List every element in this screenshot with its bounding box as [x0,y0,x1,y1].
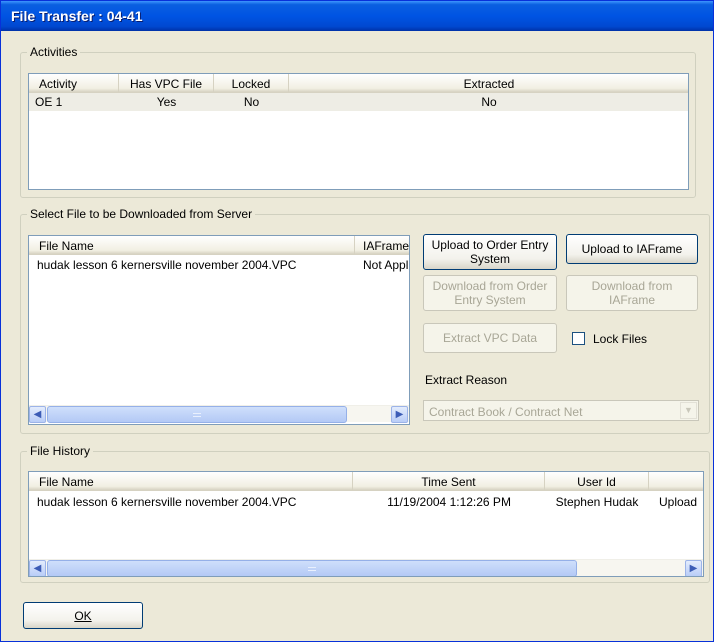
action-cell: Upload [659,495,698,509]
extract-vpc-data-button[interactable]: Extract VPC Data [423,323,557,353]
activities-group-label: Activities [27,45,81,59]
scroll-left-button[interactable]: ◀ [29,560,46,576]
file-transfer-window: File Transfer : 04-41 Activities Activit… [0,0,714,642]
column-header-locked[interactable]: Locked [214,74,289,93]
title-bar: File Transfer : 04-41 [1,1,713,31]
extracted-cell: No [481,95,497,109]
download-from-order-entry-button[interactable]: Download from Order Entry System [423,275,557,311]
scroll-left-icon: ◀ [33,563,42,574]
history-list-header: File Name Time Sent User Id [29,472,703,491]
column-header-file-name[interactable]: File Name [29,236,355,255]
activities-list[interactable]: Activity Has VPC File Locked Extracted O… [28,73,689,190]
time-sent-cell: 11/19/2004 1:12:26 PM [387,495,511,509]
scroll-right-icon: ▶ [689,563,698,574]
activities-group: Activities Activity Has VPC File Locked … [20,45,696,198]
table-row[interactable]: hudak lesson 6 kernersville november 200… [29,256,409,274]
upload-to-order-entry-button[interactable]: Upload to Order Entry System [423,234,557,270]
column-header-action[interactable] [649,472,703,491]
column-header-activity[interactable]: Activity [29,74,119,93]
extract-reason-label: Extract Reason [425,373,508,387]
column-header-time-sent[interactable]: Time Sent [353,472,545,491]
has-vpc-cell: Yes [156,95,177,109]
window-title: File Transfer : 04-41 [11,8,143,24]
extract-vpc-data-label: Extract VPC Data [442,331,538,345]
download-from-order-entry-label: Download from Order Entry System [432,279,548,307]
column-header-extracted[interactable]: Extracted [289,74,688,93]
extract-reason-dropdown[interactable]: Contract Book / Contract Net ▼ [423,400,699,421]
lock-files-label: Lock Files [593,332,648,346]
user-id-cell: Stephen Hudak [555,495,639,509]
activities-list-header: Activity Has VPC File Locked Extracted [29,74,688,93]
column-header-has-vpc-file[interactable]: Has VPC File [119,74,214,93]
file-name-cell: hudak lesson 6 kernersville november 200… [37,258,297,272]
download-list-hscrollbar[interactable]: ◀ ▶ [29,405,409,423]
upload-to-iaframe-label: Upload to IAFrame [581,242,683,256]
scroll-right-button[interactable]: ▶ [391,406,408,423]
scroll-right-icon: ▶ [395,409,404,420]
ok-button[interactable]: OK [23,602,143,629]
table-row[interactable]: OE 1 Yes No No [29,93,688,111]
download-list-header: File Name IAFrame [29,236,409,255]
ok-button-label: OK [74,608,92,623]
download-group: Select File to be Downloaded from Server… [20,207,710,434]
column-header-iaframe[interactable]: IAFrame [355,236,409,255]
download-group-label: Select File to be Downloaded from Server [27,207,256,221]
grip-icon [308,567,316,571]
scroll-thumb[interactable] [47,560,577,576]
scroll-left-button[interactable]: ◀ [29,406,46,423]
column-header-file-name[interactable]: File Name [29,472,353,491]
file-history-list[interactable]: File Name Time Sent User Id hudak lesson… [28,471,704,577]
download-from-iaframe-button[interactable]: Download from IAFrame [566,275,698,311]
scroll-thumb[interactable] [47,406,347,423]
file-history-group-label: File History [27,444,94,458]
activity-cell: OE 1 [35,95,63,109]
dropdown-arrow-glyph: ▼ [684,405,693,415]
extract-reason-value: Contract Book / Contract Net [429,405,583,419]
lock-files-checkbox[interactable] [572,332,585,345]
history-list-hscrollbar[interactable]: ◀ ▶ [29,559,703,576]
upload-to-iaframe-button[interactable]: Upload to IAFrame [566,234,698,264]
upload-to-order-entry-label: Upload to Order Entry System [431,238,549,266]
scroll-right-button[interactable]: ▶ [685,560,702,576]
file-name-cell: hudak lesson 6 kernersville november 200… [37,495,297,509]
chevron-down-icon[interactable]: ▼ [680,402,697,419]
download-from-iaframe-label: Download from IAFrame [591,279,673,307]
table-row[interactable]: hudak lesson 6 kernersville november 200… [29,493,703,511]
grip-icon [193,413,201,417]
column-header-user-id[interactable]: User Id [545,472,649,491]
download-file-list[interactable]: File Name IAFrame hudak lesson 6 kerners… [28,235,410,425]
scroll-left-icon: ◀ [33,409,42,420]
iaframe-cell: Not Applicable [363,258,409,272]
file-history-group: File History File Name Time Sent User Id… [20,444,710,583]
locked-cell: No [243,95,260,109]
